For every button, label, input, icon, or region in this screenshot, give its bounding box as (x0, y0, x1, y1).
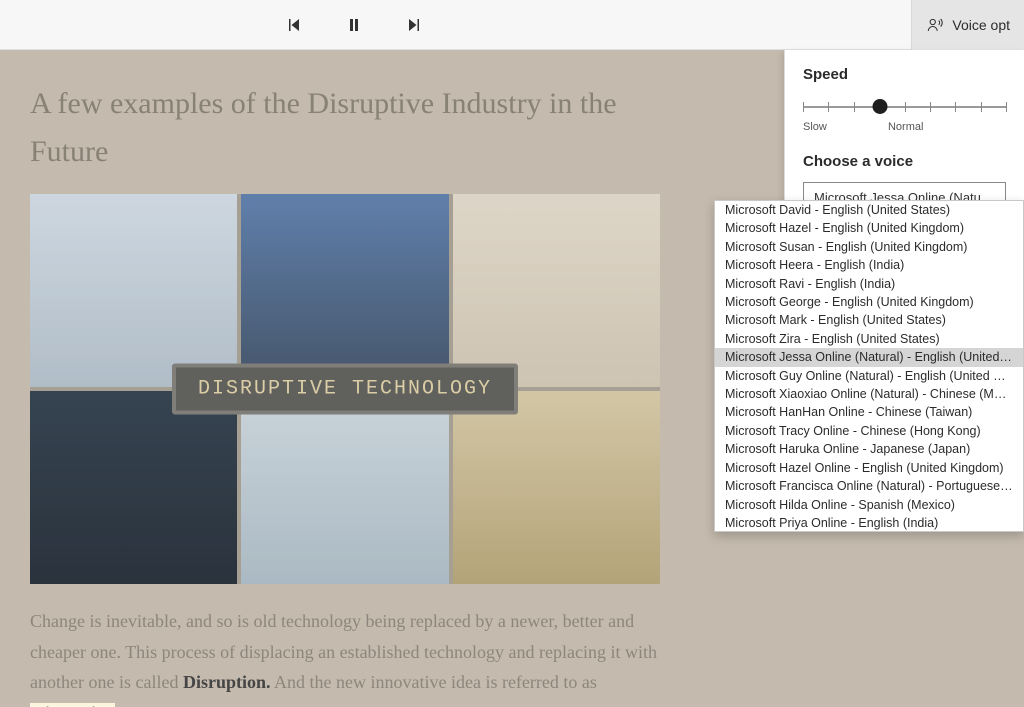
body-text-segment: And the new innovative idea is referred … (274, 672, 597, 692)
current-read-word: Disruptive (30, 703, 115, 707)
choose-voice-label: Choose a voice (803, 153, 1006, 170)
voice-option[interactable]: Microsoft Priya Online - English (India) (715, 514, 1023, 532)
hero-banner: DISRUPTIVE TECHNOLOGY (172, 364, 518, 415)
hero-cell (241, 194, 448, 387)
article-title: A few examples of the Disruptive Industr… (30, 80, 670, 176)
speed-tick (981, 102, 982, 112)
pause-icon (346, 17, 362, 33)
speed-tick (803, 102, 804, 112)
voice-dropdown-list[interactable]: Microsoft David - English (United States… (714, 200, 1024, 532)
voice-option[interactable]: Microsoft Hazel Online - English (United… (715, 459, 1023, 477)
pause-button[interactable] (340, 11, 368, 39)
voice-option[interactable]: Microsoft George - English (United Kingd… (715, 293, 1023, 311)
hero-cell (453, 391, 660, 584)
voice-option[interactable]: Microsoft David - English (United States… (715, 201, 1023, 219)
hero-cell (30, 194, 237, 387)
voice-icon (926, 16, 944, 34)
speed-tick (930, 102, 931, 112)
article-body: Change is inevitable, and so is old tech… (30, 606, 670, 707)
next-button[interactable] (400, 11, 428, 39)
speed-tick (828, 102, 829, 112)
speed-slow-label: Slow (803, 121, 827, 133)
speed-tick (955, 102, 956, 112)
voice-option[interactable]: Microsoft Zira - English (United States) (715, 330, 1023, 348)
voice-option[interactable]: Microsoft Mark - English (United States) (715, 311, 1023, 329)
speed-normal-label: Normal (888, 121, 923, 133)
hero-cell (30, 391, 237, 584)
body-keyword: Disruption. (183, 672, 271, 692)
prev-button[interactable] (280, 11, 308, 39)
speed-slider[interactable] (803, 95, 1006, 119)
voice-options-label: Voice opt (952, 17, 1010, 33)
voice-option[interactable]: Microsoft Tracy Online - Chinese (Hong K… (715, 422, 1023, 440)
voice-option[interactable]: Microsoft Xiaoxiao Online (Natural) - Ch… (715, 385, 1023, 403)
voice-option[interactable]: Microsoft Hilda Online - Spanish (Mexico… (715, 496, 1023, 514)
speed-label: Speed (803, 66, 1006, 83)
skip-previous-icon (286, 17, 302, 33)
voice-option[interactable]: Microsoft Heera - English (India) (715, 256, 1023, 274)
speed-tick (905, 102, 906, 112)
voice-option[interactable]: Microsoft Susan - English (United Kingdo… (715, 238, 1023, 256)
skip-next-icon (406, 17, 422, 33)
voice-option[interactable]: Microsoft Hazel - English (United Kingdo… (715, 219, 1023, 237)
voice-options-button[interactable]: Voice opt (911, 0, 1024, 50)
voice-option[interactable]: Microsoft Guy Online (Natural) - English… (715, 367, 1023, 385)
voice-option[interactable]: Microsoft Jessa Online (Natural) - Engli… (715, 348, 1023, 366)
hero-cell (453, 194, 660, 387)
speed-thumb[interactable] (873, 99, 888, 114)
voice-option[interactable]: Microsoft Ravi - English (India) (715, 275, 1023, 293)
speed-tick (1006, 102, 1007, 112)
read-aloud-toolbar: Voice opt (0, 0, 1024, 50)
voice-option[interactable]: Microsoft HanHan Online - Chinese (Taiwa… (715, 403, 1023, 421)
speed-scale-labels: Slow Normal Fast (803, 121, 1006, 133)
voice-option[interactable]: Microsoft Haruka Online - Japanese (Japa… (715, 440, 1023, 458)
body-text-segment: Change is inevitable, and so is old tech… (30, 611, 657, 692)
hero-image-grid: DISRUPTIVE TECHNOLOGY (30, 194, 660, 584)
speed-section: Speed Slow Normal Fast (785, 66, 1024, 133)
hero-cell (241, 391, 448, 584)
playback-controls (280, 11, 428, 39)
speed-tick (854, 102, 855, 112)
voice-option[interactable]: Microsoft Francisca Online (Natural) - P… (715, 477, 1023, 495)
